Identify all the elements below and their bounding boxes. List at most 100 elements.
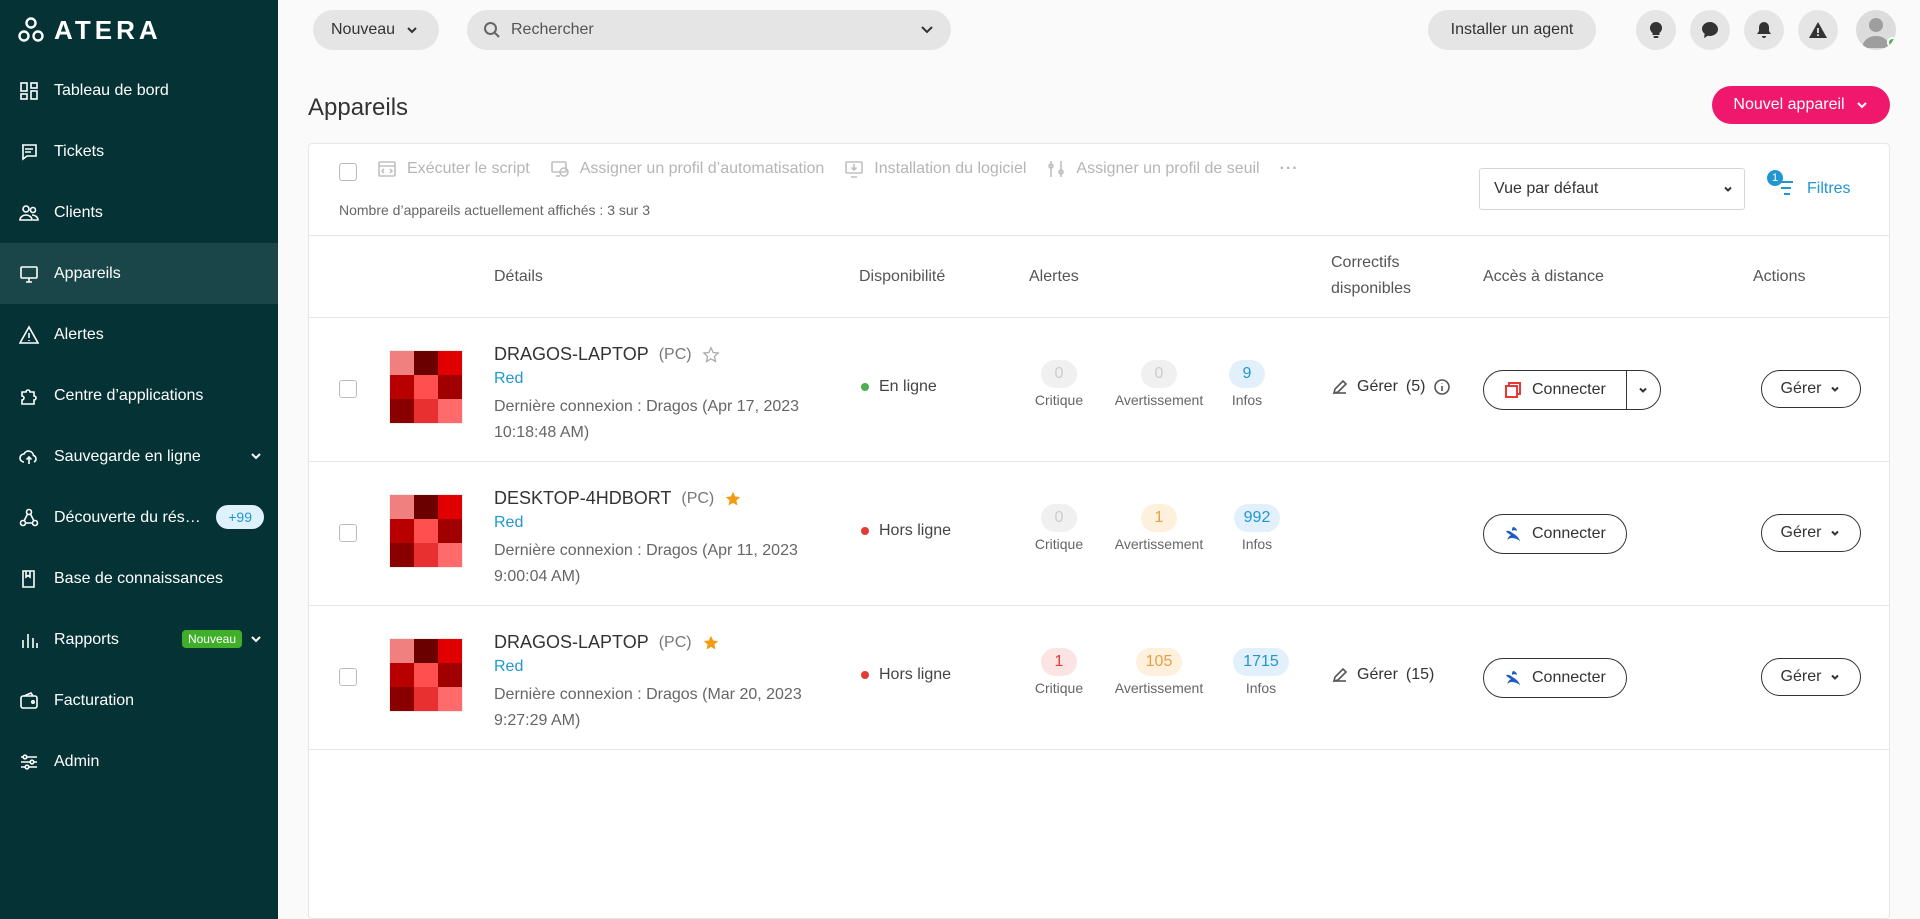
notifications-button[interactable]	[1744, 10, 1784, 50]
atera-logo-icon	[18, 17, 44, 42]
filters-button[interactable]: 1 Filtres	[1767, 170, 1851, 200]
manage-label: Gérer	[1780, 380, 1822, 397]
column-availability[interactable]: Disponibilité	[859, 268, 945, 286]
manage-button[interactable]: Gérer	[1761, 658, 1861, 696]
row-checkbox[interactable]	[339, 524, 357, 542]
critical-alerts[interactable]: 0 Critique	[1029, 360, 1089, 408]
chevron-down-icon	[1724, 186, 1732, 192]
warning-icon	[1809, 22, 1827, 38]
puzzle-icon	[18, 385, 40, 407]
view-select[interactable]: Vue par défaut	[1479, 168, 1745, 210]
bulk-actions: Exécuter le script Assigner un profil d’…	[377, 159, 1299, 179]
info-alerts[interactable]: 1715 Infos	[1221, 648, 1301, 696]
new-dropdown-button[interactable]: Nouveau	[313, 10, 439, 50]
warnings-button[interactable]	[1798, 10, 1838, 50]
info-alerts[interactable]: 992 Infos	[1221, 504, 1293, 552]
warning-alerts[interactable]: 0 Avertissement	[1104, 360, 1214, 408]
sidebar-item-dashboard[interactable]: Tableau de bord	[0, 60, 278, 121]
star-filled-icon[interactable]	[724, 490, 742, 508]
online-status-dot	[1887, 37, 1896, 48]
sidebar-item-label: Sauvegarde en ligne	[54, 447, 201, 465]
chevron-down-icon[interactable]	[919, 22, 935, 38]
assign-threshold-profile-action[interactable]: Assigner un profil de seuil	[1046, 159, 1260, 179]
availability: Hors ligne	[861, 522, 951, 540]
sidebar-item-app-center[interactable]: Centre d’applications	[0, 365, 278, 426]
critical-label: Critique	[1034, 536, 1084, 552]
run-script-action[interactable]: Exécuter le script	[377, 159, 530, 179]
availability: Hors ligne	[861, 666, 951, 684]
chat-button[interactable]	[1690, 10, 1730, 50]
info-icon[interactable]	[1433, 378, 1451, 396]
star-outline-icon[interactable]	[701, 345, 720, 364]
splashtop-icon	[1506, 671, 1520, 685]
install-agent-button[interactable]: Installer un agent	[1428, 10, 1596, 50]
connect-button[interactable]: Connecter	[1484, 371, 1626, 409]
user-avatar[interactable]	[1856, 10, 1896, 50]
star-filled-icon[interactable]	[702, 634, 720, 652]
more-icon: ···	[1279, 160, 1299, 177]
select-all-checkbox[interactable]	[339, 163, 357, 181]
connect-button-inner[interactable]: Connecter	[1484, 515, 1626, 553]
row-checkbox[interactable]	[339, 668, 357, 686]
search-bar[interactable]: Rechercher	[467, 10, 951, 50]
manage-button[interactable]: Gérer	[1761, 514, 1861, 552]
customer-link[interactable]: Red	[494, 514, 523, 532]
sidebar-item-clients[interactable]: Clients	[0, 182, 278, 243]
manage-button[interactable]: Gérer	[1761, 370, 1861, 408]
lightbulb-button[interactable]	[1636, 10, 1676, 50]
connect-options-button[interactable]	[1625, 371, 1660, 409]
sidebar-item-billing[interactable]: Facturation	[0, 670, 278, 731]
sidebar-item-network-discovery[interactable]: Découverte du rés… +99	[0, 487, 278, 548]
device-name[interactable]: DRAGOS-LAPTOP	[494, 344, 649, 365]
chevron-down-icon	[1639, 387, 1648, 393]
device-name[interactable]: DRAGOS-LAPTOP	[494, 632, 649, 653]
warning-alerts[interactable]: 1 Avertissement	[1104, 504, 1214, 552]
manage-label: Gérer	[1780, 668, 1822, 685]
column-patches-line2[interactable]: disponibles	[1331, 280, 1411, 298]
column-remote-access[interactable]: Accès à distance	[1483, 268, 1604, 286]
sidebar-item-devices[interactable]: Appareils	[0, 243, 278, 304]
table-row[interactable]: DESKTOP-4HDBORT (PC) Red Dernière connex…	[309, 462, 1889, 606]
sidebar-item-tickets[interactable]: Tickets	[0, 121, 278, 182]
sidebar-item-knowledge-base[interactable]: Base de connaissances	[0, 548, 278, 609]
sidebar-item-admin[interactable]: Admin	[0, 731, 278, 792]
device-name[interactable]: DESKTOP-4HDBORT	[494, 488, 671, 509]
connect-button-inner[interactable]: Connecter	[1484, 659, 1626, 697]
wallet-icon	[18, 690, 40, 712]
device-type: (PC)	[681, 489, 715, 507]
info-alerts[interactable]: 9 Infos	[1217, 360, 1277, 408]
warning-alerts[interactable]: 105 Avertissement	[1104, 648, 1214, 696]
search-icon	[484, 22, 500, 38]
column-alerts[interactable]: Alertes	[1029, 268, 1079, 286]
customer-link[interactable]: Red	[494, 658, 523, 676]
critical-count: 1	[1041, 648, 1077, 676]
connect-button[interactable]: Connecter	[1483, 514, 1627, 554]
new-device-button[interactable]: Nouvel appareil	[1712, 86, 1890, 124]
more-actions-button[interactable]: ···	[1280, 160, 1299, 178]
table-row[interactable]: DRAGOS-LAPTOP (PC) Red Dernière connexio…	[309, 606, 1889, 750]
sidebar-item-reports[interactable]: Rapports Nouveau	[0, 609, 278, 670]
customer-link[interactable]: Red	[494, 370, 523, 388]
row-checkbox[interactable]	[339, 380, 357, 398]
critical-alerts[interactable]: 1 Critique	[1029, 648, 1089, 696]
assign-automation-profile-action[interactable]: Assigner un profil d’automatisation	[550, 159, 824, 179]
chevron-down-icon[interactable]	[248, 448, 264, 469]
sidebar-item-backup[interactable]: Sauvegarde en ligne	[0, 426, 278, 487]
sidebar-item-alerts[interactable]: Alertes	[0, 304, 278, 365]
manage-patches-link[interactable]: Gérer (5)	[1331, 378, 1451, 396]
table-row[interactable]: DRAGOS-LAPTOP (PC) Red Dernière connexio…	[309, 318, 1889, 462]
search-input[interactable]: Rechercher	[511, 21, 594, 39]
chevron-down-icon[interactable]	[248, 631, 264, 652]
install-software-action[interactable]: Installation du logiciel	[844, 159, 1026, 179]
view-select-value: Vue par défaut	[1494, 180, 1599, 197]
table-header: Détails Disponibilité Alertes Correctifs…	[309, 236, 1889, 318]
connect-button[interactable]: Connecter	[1483, 658, 1627, 698]
bulk-actions-toolbar: Exécuter le script Assigner un profil d’…	[309, 144, 1889, 236]
column-patches-line1[interactable]: Correctifs	[1331, 254, 1399, 272]
column-details[interactable]: Détails	[494, 268, 543, 286]
critical-alerts[interactable]: 0 Critique	[1029, 504, 1089, 552]
manage-patches-link[interactable]: Gérer (15)	[1331, 666, 1434, 684]
atera-logo[interactable]: ATERA	[18, 14, 162, 46]
info-count: 992	[1233, 504, 1281, 532]
device-count-text: Nombre d’appareils actuellement affichés…	[339, 202, 651, 218]
